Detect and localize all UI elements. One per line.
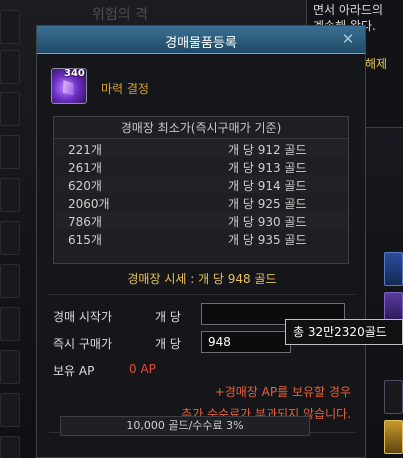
background-slot [0,264,20,298]
total-price-tooltip: 총 32만2320골드 [285,319,403,345]
item-row: 340 마력 결정 [49,68,349,106]
ap-label: 보유 AP [53,364,95,378]
background-slot [0,393,20,427]
table-row: 2060개 개 당 925 골드 [54,193,348,211]
divider [49,294,355,295]
auction-register-window: 경매물품등록 ✕ 340 마력 결정 경매장 최소가(즉시구매가 기준) 221… [36,25,366,458]
start-price-label: 경매 시작가 [53,310,113,324]
background-slot [0,92,20,126]
background-slot [0,178,20,212]
table-row: 786개 개 당 930 골드 [54,211,348,229]
row-price: 개 당 935 골드 [228,233,307,247]
row-price: 개 당 914 골드 [228,179,307,193]
lowest-price-table: 경매장 최소가(즉시구매가 기준) 221개 개 당 912 골드 261개 개… [53,116,349,264]
row-price: 개 당 912 골드 [228,143,307,157]
row-quantity: 615개 [68,233,102,247]
row-quantity: 2060개 [68,197,110,211]
price-table-rows: 221개 개 당 912 골드 261개 개 당 913 골드 620개 개 당… [54,139,348,247]
table-row: 221개 개 당 912 골드 [54,139,348,157]
item-quantity: 340 [64,68,85,79]
window-titlebar[interactable]: 경매물품등록 ✕ [37,26,365,54]
background-slot [0,50,20,84]
market-price: 경매장 시세 : 개 당 948 골드 [127,272,277,286]
background-window-title: 위험의 격 [92,7,148,23]
table-row: 261개 개 당 913 골드 [54,157,348,175]
window-title: 경매물품등록 [165,36,237,51]
side-skill-icon[interactable] [384,252,403,286]
ap-notice-line1: +경매장 AP를 보유할 경우 [214,385,351,399]
price-table-header: 경매장 최소가(즉시구매가 기준) [54,117,348,139]
coin-icon [384,420,403,454]
table-row: 620개 개 당 914 골드 [54,175,348,193]
row-price: 개 당 913 골드 [228,161,307,175]
row-quantity: 786개 [68,215,102,229]
table-row: 615개 개 당 935 골드 [54,229,348,247]
purple-crystal-icon[interactable]: 340 [51,68,87,104]
background-slot [0,10,20,44]
buyout-price-input[interactable]: 948 [201,331,291,353]
row-quantity: 261개 [68,161,102,175]
ap-value: 0 AP [129,362,156,376]
buyout-price-label: 즉시 구매가 [53,337,113,351]
background-slot [0,436,20,458]
row-quantity: 620개 [68,179,102,193]
row-price: 개 당 930 골드 [228,215,307,229]
buyout-price-unit: 개 당 [155,337,181,351]
start-price-unit: 개 당 [155,310,181,324]
row-quantity: 221개 [68,143,102,157]
background-slot [0,350,20,384]
item-name: 마력 결정 [101,82,149,96]
side-slot [384,380,403,414]
row-price: 개 당 925 골드 [228,197,307,211]
tooltip-line: 면서 아라드의 [313,3,384,17]
close-icon[interactable]: ✕ [339,30,357,48]
background-slot [0,221,20,255]
fee-bar: 10,000 골드/수수료 3% [60,416,310,436]
crystal-shape [57,77,78,100]
background-slot [0,307,20,341]
background-slot [0,135,20,169]
